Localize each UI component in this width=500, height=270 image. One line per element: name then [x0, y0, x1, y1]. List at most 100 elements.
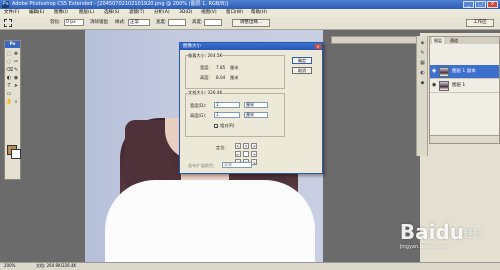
menu-edit[interactable]: 编辑(E): [29, 10, 44, 16]
document-info: 文档: 264.9K/326.4K: [36, 263, 77, 268]
menu-select[interactable]: 选择(S): [104, 10, 119, 16]
doc-height-unit-select[interactable]: 厘米: [244, 112, 268, 118]
styles-panel-icon[interactable]: ◆: [419, 80, 426, 87]
width-label: 宽度:: [156, 20, 167, 25]
visibility-eye-icon[interactable]: ◉: [432, 83, 437, 88]
relative-label: 相对(R): [220, 123, 235, 128]
cancel-button[interactable]: 取消: [292, 67, 312, 74]
stamp-icon[interactable]: ◉: [13, 75, 19, 81]
image-size-dialog: 图像大小 × 像素大小: 264.5K 宽度: 7.85 厘米 高度: 8.04…: [179, 42, 323, 174]
ok-button[interactable]: 确定: [292, 57, 312, 64]
dialog-title: 图像大小: [180, 43, 322, 50]
anchor-label: 定位:: [216, 145, 226, 150]
type-icon[interactable]: T: [6, 83, 12, 89]
brush-icon[interactable]: ✎: [13, 67, 19, 73]
move-icon[interactable]: ✥: [13, 51, 19, 57]
watermark-text: Baidu: [399, 220, 464, 244]
doc-width-unit-select[interactable]: 厘米: [244, 102, 268, 108]
marquee-tool-icon[interactable]: [4, 19, 12, 27]
tab-layers[interactable]: 图层: [432, 37, 444, 44]
pixel-width-label: 宽度:: [200, 65, 210, 70]
menu-window[interactable]: 窗口(W): [226, 10, 243, 16]
pixel-height-value: 8.04: [216, 75, 226, 80]
marquee-icon[interactable]: ⬚: [6, 51, 12, 57]
lasso-icon[interactable]: ◌: [6, 59, 12, 65]
layer-thumbnail: [439, 67, 449, 77]
minimize-button[interactable]: _: [463, 1, 474, 8]
brush-panel-icon[interactable]: ✎: [419, 50, 426, 57]
extension-color-select[interactable]: 背景: [222, 162, 252, 168]
menu-file[interactable]: 文件(F): [4, 10, 19, 16]
zoom-level[interactable]: 200%: [4, 263, 15, 269]
swatches-panel-icon[interactable]: ▦: [419, 60, 426, 67]
menu-filter[interactable]: 滤镜(T): [129, 10, 144, 16]
feather-input[interactable]: 0 px: [64, 19, 84, 26]
relative-checkbox[interactable]: ✓: [214, 124, 218, 129]
maximize-button[interactable]: □: [475, 1, 486, 8]
crop-icon[interactable]: ✂: [13, 59, 19, 65]
menu-layer[interactable]: 图层(L): [79, 10, 94, 16]
menu-image[interactable]: 图像(I): [54, 10, 68, 16]
extension-color-label: 画布扩展颜色:: [188, 163, 215, 168]
pixel-width-value: 7.85: [216, 65, 226, 70]
doc-height-label: 高度(G):: [190, 113, 207, 118]
toolbox: Ps ⬚ ✥ ◌ ✂ ⌫ ✎ ◐ ◉ T ➤ ▭ ✋ ⌕: [4, 40, 21, 180]
anchor-w-cell[interactable]: ←: [235, 151, 241, 157]
refine-edge-button[interactable]: 调整边缘...: [232, 19, 270, 27]
hand-icon[interactable]: ✋: [6, 99, 12, 105]
photo-shirt: [105, 180, 315, 262]
width-input[interactable]: [168, 19, 186, 26]
anchor-e-cell[interactable]: →: [251, 151, 257, 157]
options-bar: 羽化: 0 px 消除锯齿 样式: 正常 宽度: 高度: 调整边缘... 工作区: [0, 17, 500, 30]
adjustments-panel-icon[interactable]: ◐: [419, 70, 426, 77]
zoom-icon[interactable]: ⌕: [13, 99, 19, 105]
visibility-eye-icon[interactable]: ◉: [432, 69, 437, 74]
style-select[interactable]: 正常: [128, 19, 150, 26]
menu-help[interactable]: 帮助(H): [251, 10, 267, 16]
background-color-swatch[interactable]: [11, 149, 21, 159]
panel-icon-column: ◈ ✎ ▦ ◐ ◆: [416, 36, 428, 156]
window-title: Adobe Photoshop CS5 Extended - [20450702…: [12, 1, 229, 7]
eraser-icon[interactable]: ⌫: [6, 67, 13, 73]
doc-width-input[interactable]: 1: [214, 102, 240, 108]
navigator-panel-tab[interactable]: [331, 36, 419, 44]
layers-panel: 图层 通道 ◉ 图层 1 副本 ◉ 图层 1: [429, 36, 500, 144]
layer-name: 图层 1 副本: [452, 69, 476, 74]
layer-name: 图层 1: [452, 83, 466, 88]
pixel-height-unit: 厘米: [230, 75, 239, 80]
menu-3d[interactable]: 3D(D): [179, 10, 192, 16]
anchor-ne-cell[interactable]: ↗: [251, 143, 257, 149]
anchor-center-cell[interactable]: [243, 151, 249, 157]
path-select-icon[interactable]: ➤: [13, 83, 19, 89]
feather-label: 羽化:: [50, 20, 61, 25]
doc-height-input[interactable]: 1: [214, 112, 240, 118]
history-panel-icon[interactable]: ◈: [419, 40, 426, 47]
pixel-height-label: 高度:: [200, 75, 210, 80]
anchor-nw-cell[interactable]: ↖: [235, 143, 241, 149]
workspace-button[interactable]: 工作区: [466, 19, 494, 27]
layer-row[interactable]: ◉ 图层 1: [430, 79, 499, 93]
baidu-watermark: Baidu经验 jingyan.baidu.com: [400, 220, 482, 250]
tab-channels[interactable]: 通道: [448, 37, 460, 44]
antialias-label: 消除锯齿: [90, 20, 108, 25]
layers-panel-footer: [430, 135, 499, 143]
toolbox-header: Ps: [5, 41, 20, 48]
height-label: 高度:: [192, 20, 203, 25]
shape-icon[interactable]: ▭: [6, 91, 12, 97]
height-input[interactable]: [204, 19, 222, 26]
dodge-icon[interactable]: ◐: [6, 75, 12, 81]
watermark-url: jingyan.baidu.com: [399, 244, 446, 250]
layer-thumbnail: [439, 81, 449, 91]
pixel-dimensions-group: [185, 55, 285, 89]
pixel-dimensions-label: 像素大小: 264.5K: [188, 53, 223, 58]
menu-view[interactable]: 视图(V): [201, 10, 217, 16]
doc-width-label: 宽度(D):: [190, 103, 207, 108]
menu-analysis[interactable]: 分析(A): [154, 10, 170, 16]
close-button[interactable]: ×: [487, 1, 498, 8]
anchor-n-cell[interactable]: ↑: [243, 143, 249, 149]
app-logo: Ps: [2, 1, 9, 8]
dialog-close-button[interactable]: ×: [315, 44, 321, 49]
pixel-width-unit: 厘米: [230, 65, 239, 70]
layer-row[interactable]: ◉ 图层 1 副本: [430, 65, 499, 79]
watermark-suffix: 经验: [463, 230, 482, 240]
